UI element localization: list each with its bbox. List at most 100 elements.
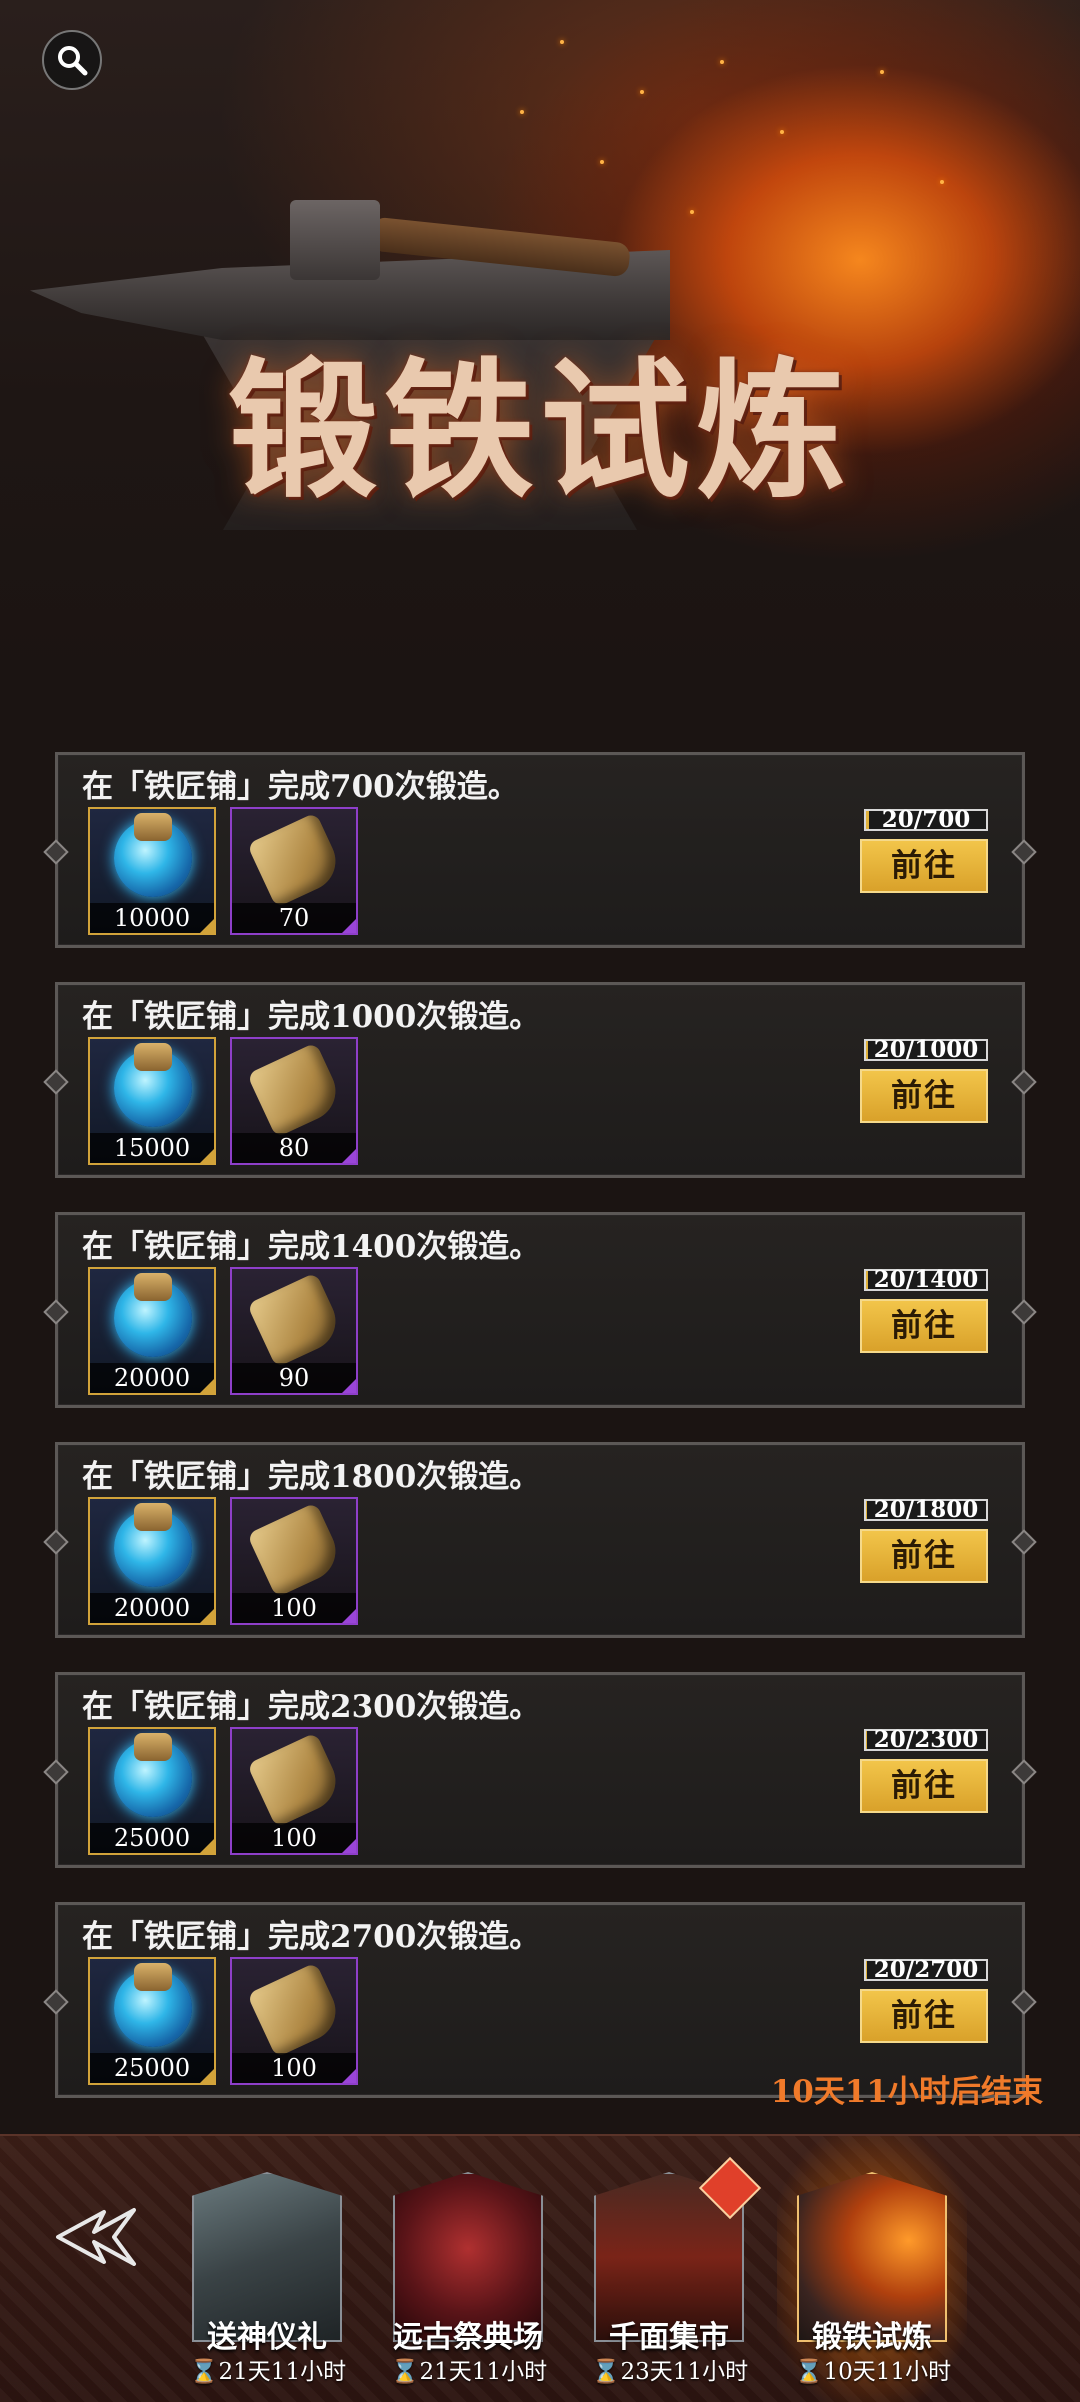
task-description: 在「铁匠铺」完成700次锻造。: [82, 769, 519, 805]
spark: [640, 90, 644, 94]
spark: [880, 70, 884, 74]
reward-scroll[interactable]: 90: [230, 1267, 358, 1395]
reward-orb[interactable]: 20000: [88, 1497, 216, 1625]
go-button[interactable]: 前往: [860, 1069, 988, 1123]
progress-text: 20/1000: [873, 1036, 979, 1063]
reward-quantity: 20000: [90, 1363, 214, 1393]
event-tab-timer: ⌛21天11小时: [390, 2359, 548, 2385]
spark: [720, 60, 724, 64]
scroll-icon: [246, 1042, 346, 1138]
progress-bar: 20/1800: [864, 1496, 988, 1523]
reward-quantity: 70: [232, 903, 356, 933]
event-title: 锻铁试炼: [227, 343, 852, 519]
progress-text: 20/1400: [873, 1266, 979, 1293]
progress-text: 20/2700: [873, 1956, 979, 1983]
spark: [560, 40, 564, 44]
task-card: 在「铁匠铺」完成1000次锻造。 15000 80 20/1000 前往: [43, 982, 1037, 1178]
task-card: 在「铁匠铺」完成1800次锻造。 20000 100 20/1800 前往: [43, 1442, 1037, 1638]
scroll-icon: [246, 1732, 346, 1828]
scroll-icon: [246, 1962, 346, 2058]
go-button[interactable]: 前往: [860, 1989, 988, 2043]
card-ornament: [43, 1989, 69, 2015]
event-end-timer: 10天11小时后结束: [770, 2074, 1043, 2110]
card-ornament: [1011, 1069, 1037, 1095]
reward-quantity: 25000: [90, 2053, 214, 2083]
spark: [600, 160, 604, 164]
task-card: 在「铁匠铺」完成700次锻造。 10000 70 20/700 前往: [43, 752, 1037, 948]
progress-bar: 20/1400: [864, 1266, 988, 1293]
reward-quantity: 100: [232, 1823, 356, 1853]
reward-quantity: 15000: [90, 1133, 214, 1163]
event-banner: 锻铁试炼: [0, 0, 1080, 680]
card-ornament: [1011, 1759, 1037, 1785]
go-button[interactable]: 前往: [860, 1759, 988, 1813]
reward-scroll[interactable]: 80: [230, 1037, 358, 1165]
task-description: 在「铁匠铺」完成2300次锻造。: [82, 1689, 541, 1725]
reward-quantity: 80: [232, 1133, 356, 1163]
event-tab-name: 千面集市: [609, 2320, 729, 2355]
reward-orb[interactable]: 20000: [88, 1267, 216, 1395]
reward-quantity: 25000: [90, 1823, 214, 1853]
reward-scroll[interactable]: 70: [230, 807, 358, 935]
crystal-orb-icon: [114, 1733, 192, 1817]
reward-quantity: 100: [232, 1593, 356, 1623]
progress-bar: 20/2700: [864, 1956, 988, 1983]
event-tab-timer: ⌛23天11小时: [591, 2359, 749, 2385]
progress-bar: 20/2300: [864, 1726, 988, 1753]
reward-orb[interactable]: 10000: [88, 807, 216, 935]
event-tab-timer: ⌛10天11小时: [794, 2359, 952, 2385]
go-button[interactable]: 前往: [860, 1529, 988, 1583]
search-icon: [58, 46, 88, 76]
reward-quantity: 100: [232, 2053, 356, 2083]
crystal-orb-icon: [114, 1273, 192, 1357]
card-ornament: [43, 839, 69, 865]
task-description: 在「铁匠铺」完成1000次锻造。: [82, 999, 541, 1035]
task-description: 在「铁匠铺」完成1800次锻造。: [82, 1459, 541, 1495]
event-tab-forge-trial[interactable]: 锻铁试炼 ⌛10天11小时: [777, 2136, 967, 2402]
event-tab-name: 锻铁试炼: [812, 2320, 932, 2355]
reward-scroll[interactable]: 100: [230, 1727, 358, 1855]
reward-quantity: 10000: [90, 903, 214, 933]
card-ornament: [1011, 839, 1037, 865]
reward-orb[interactable]: 25000: [88, 1727, 216, 1855]
search-button[interactable]: [42, 30, 102, 90]
progress-text: 20/700: [881, 806, 971, 833]
progress-text: 20/1800: [873, 1496, 979, 1523]
task-description: 在「铁匠铺」完成1400次锻造。: [82, 1229, 541, 1265]
scroll-icon: [246, 1502, 346, 1598]
reward-scroll[interactable]: 100: [230, 1957, 358, 2085]
reward-orb[interactable]: 15000: [88, 1037, 216, 1165]
card-ornament: [43, 1069, 69, 1095]
spark: [690, 210, 694, 214]
event-tab-market[interactable]: 千面集市 ⌛23天11小时: [592, 2152, 762, 2392]
spark: [940, 180, 944, 184]
scroll-icon: [246, 1272, 346, 1368]
crystal-orb-icon: [114, 1963, 192, 2047]
event-tab-send-god[interactable]: 送神仪礼 ⌛21天11小时: [190, 2152, 346, 2392]
reward-quantity: 90: [232, 1363, 356, 1393]
crystal-orb-icon: [114, 813, 192, 897]
card-ornament: [1011, 1529, 1037, 1555]
task-card: 在「铁匠铺」完成1400次锻造。 20000 90 20/1400 前往: [43, 1212, 1037, 1408]
hammer-icon: [290, 200, 380, 280]
crystal-orb-icon: [114, 1043, 192, 1127]
reward-scroll[interactable]: 100: [230, 1497, 358, 1625]
event-tab-name: 送神仪礼: [207, 2320, 327, 2355]
progress-bar: 20/700: [864, 806, 988, 833]
progress-text: 20/2300: [873, 1726, 979, 1753]
card-ornament: [43, 1759, 69, 1785]
progress-bar: 20/1000: [864, 1036, 988, 1063]
card-ornament: [1011, 1299, 1037, 1325]
back-arrow-icon: [56, 2208, 136, 2266]
task-description: 在「铁匠铺」完成2700次锻造。: [82, 1919, 541, 1955]
go-button[interactable]: 前往: [860, 1299, 988, 1353]
card-ornament: [1011, 1989, 1037, 2015]
card-ornament: [43, 1529, 69, 1555]
reward-orb[interactable]: 25000: [88, 1957, 216, 2085]
event-tab-ancient-festival[interactable]: 远古祭典场 ⌛21天11小时: [391, 2152, 547, 2392]
go-button[interactable]: 前往: [860, 839, 988, 893]
back-button[interactable]: [54, 2202, 140, 2272]
reward-quantity: 20000: [90, 1593, 214, 1623]
task-card: 在「铁匠铺」完成2300次锻造。 25000 100 20/2300 前往: [43, 1672, 1037, 1868]
spark: [520, 110, 524, 114]
